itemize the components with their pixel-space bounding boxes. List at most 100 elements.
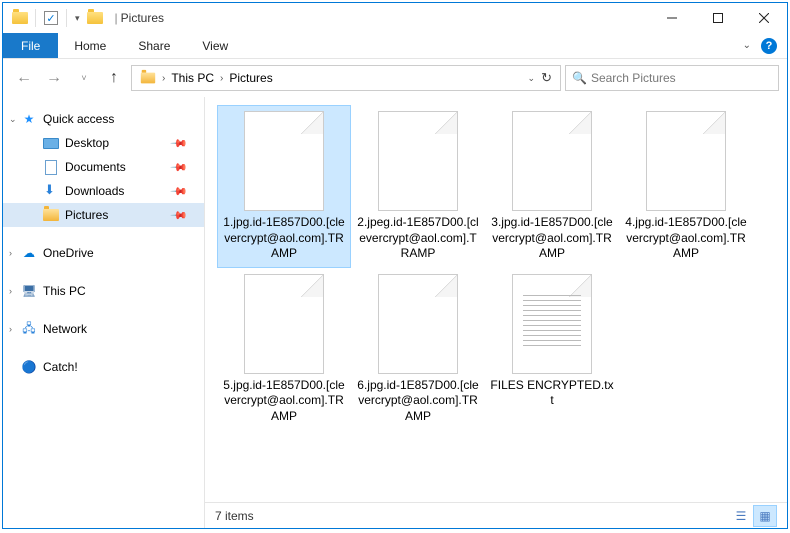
file-tab[interactable]: File: [3, 33, 58, 58]
address-bar-buttons: ⌄ ↻: [528, 70, 556, 86]
file-name: 2.jpeg.id-1E857D00.[clevercrypt@aol.com]…: [355, 215, 481, 262]
title-bar: ✓ ▾ | Pictures: [3, 3, 787, 33]
recent-dropdown-icon[interactable]: ˅: [71, 65, 97, 91]
chevron-right-icon[interactable]: ›: [160, 73, 167, 84]
pin-icon: 📌: [170, 182, 189, 201]
ribbon-expand-icon[interactable]: ⌄: [743, 40, 751, 51]
navigation-pane: ⌄ ★ Quick access Desktop 📌 Documents 📌 D…: [3, 97, 205, 528]
catch-icon: 🔵: [21, 359, 37, 375]
sidebar-item-pictures[interactable]: Pictures 📌: [3, 203, 204, 227]
sidebar-item-label: Network: [43, 322, 87, 336]
sidebar-item-network[interactable]: › 🖧 Network: [3, 317, 204, 341]
title-folder-icon: [86, 9, 104, 27]
file-name: 1.jpg.id-1E857D00.[clevercrypt@aol.com].…: [221, 215, 347, 262]
file-item[interactable]: 2.jpeg.id-1E857D00.[clevercrypt@aol.com]…: [351, 105, 485, 268]
tab-view[interactable]: View: [186, 33, 244, 58]
content-area: 1.jpg.id-1E857D00.[clevercrypt@aol.com].…: [205, 97, 787, 528]
sidebar-quick-access[interactable]: ⌄ ★ Quick access: [3, 107, 204, 131]
file-list[interactable]: 1.jpg.id-1E857D00.[clevercrypt@aol.com].…: [205, 97, 787, 502]
breadcrumb-thispc[interactable]: This PC: [167, 71, 218, 85]
large-icons-view-button[interactable]: ▦: [753, 505, 777, 527]
status-bar: 7 items ☰ ▦: [205, 502, 787, 528]
network-icon: 🖧: [21, 321, 37, 337]
address-bar[interactable]: › This PC › Pictures ⌄ ↻: [131, 65, 561, 91]
body: ⌄ ★ Quick access Desktop 📌 Documents 📌 D…: [3, 97, 787, 528]
forward-button[interactable]: →: [41, 65, 67, 91]
navigation-bar: ← → ˅ ↑ › This PC › Pictures ⌄ ↻ 🔍 Searc…: [3, 59, 787, 97]
sidebar-item-desktop[interactable]: Desktop 📌: [3, 131, 204, 155]
quick-access-toolbar: ✓ ▾: [3, 3, 104, 33]
downloads-icon: [43, 183, 59, 199]
sidebar-item-label: Pictures: [65, 208, 108, 222]
maximize-button[interactable]: [695, 3, 741, 33]
close-button[interactable]: [741, 3, 787, 33]
thispc-icon: 🖥: [21, 283, 37, 299]
view-mode-buttons: ☰ ▦: [729, 505, 777, 527]
ribbon: File Home Share View ⌄ ?: [3, 33, 787, 59]
caret-right-icon[interactable]: ›: [9, 324, 12, 334]
sidebar-item-label: Documents: [65, 160, 126, 174]
window-controls: [649, 3, 787, 33]
caret-down-icon[interactable]: ⌄: [9, 114, 17, 125]
text-file-icon: [512, 274, 592, 374]
sidebar-item-label: This PC: [43, 284, 86, 298]
sidebar-item-thispc[interactable]: › 🖥 This PC: [3, 279, 204, 303]
file-item[interactable]: FILES ENCRYPTED.txt: [485, 268, 619, 431]
up-button[interactable]: ↑: [101, 65, 127, 91]
file-name: 4.jpg.id-1E857D00.[clevercrypt@aol.com].…: [623, 215, 749, 262]
caret-right-icon[interactable]: ›: [9, 248, 12, 258]
refresh-icon[interactable]: ↻: [541, 70, 552, 86]
caret-right-icon[interactable]: ›: [9, 286, 12, 296]
explorer-window: ✓ ▾ | Pictures File Home Share View ⌄ ? …: [2, 2, 788, 529]
details-view-button[interactable]: ☰: [729, 505, 753, 527]
sidebar-item-label: Downloads: [65, 184, 124, 198]
sidebar-item-documents[interactable]: Documents 📌: [3, 155, 204, 179]
pin-icon: 📌: [170, 158, 189, 177]
blank-file-icon: [378, 111, 458, 211]
qat-dropdown-icon[interactable]: ▾: [75, 13, 80, 24]
help-icon[interactable]: ?: [761, 38, 777, 54]
tab-share[interactable]: Share: [122, 33, 186, 58]
minimize-button[interactable]: [649, 3, 695, 33]
sidebar-item-label: Desktop: [65, 136, 109, 150]
blank-file-icon: [378, 274, 458, 374]
address-dropdown-icon[interactable]: ⌄: [528, 73, 536, 84]
desktop-icon: [43, 135, 59, 151]
tab-home[interactable]: Home: [58, 33, 122, 58]
file-name: 5.jpg.id-1E857D00.[clevercrypt@aol.com].…: [221, 378, 347, 425]
sidebar-item-label: OneDrive: [43, 246, 94, 260]
window-title: | Pictures: [112, 11, 164, 25]
folder-icon: [11, 9, 29, 27]
sidebar-item-label: Quick access: [43, 112, 114, 126]
qat-separator: [35, 9, 36, 27]
file-item[interactable]: 1.jpg.id-1E857D00.[clevercrypt@aol.com].…: [217, 105, 351, 268]
file-name: 6.jpg.id-1E857D00.[clevercrypt@aol.com].…: [355, 378, 481, 425]
title-text: Pictures: [121, 11, 164, 25]
title-separator: |: [115, 11, 118, 25]
file-item[interactable]: 4.jpg.id-1E857D00.[clevercrypt@aol.com].…: [619, 105, 753, 268]
blank-file-icon: [646, 111, 726, 211]
sidebar-item-downloads[interactable]: Downloads 📌: [3, 179, 204, 203]
file-name: 3.jpg.id-1E857D00.[clevercrypt@aol.com].…: [489, 215, 615, 262]
file-item[interactable]: 3.jpg.id-1E857D00.[clevercrypt@aol.com].…: [485, 105, 619, 268]
pin-icon: 📌: [170, 206, 189, 225]
blank-file-icon: [512, 111, 592, 211]
file-item[interactable]: 5.jpg.id-1E857D00.[clevercrypt@aol.com].…: [217, 268, 351, 431]
breadcrumb-root-icon[interactable]: [136, 72, 160, 84]
properties-checkbox[interactable]: ✓: [42, 9, 60, 27]
blank-file-icon: [244, 274, 324, 374]
file-item[interactable]: 6.jpg.id-1E857D00.[clevercrypt@aol.com].…: [351, 268, 485, 431]
item-count: 7 items: [215, 509, 254, 523]
blank-file-icon: [244, 111, 324, 211]
search-input[interactable]: 🔍 Search Pictures: [565, 65, 779, 91]
onedrive-icon: ☁: [21, 245, 37, 261]
file-name: FILES ENCRYPTED.txt: [489, 378, 615, 409]
breadcrumb-pictures[interactable]: Pictures: [225, 71, 276, 85]
chevron-right-icon[interactable]: ›: [218, 73, 225, 84]
back-button[interactable]: ←: [11, 65, 37, 91]
pin-icon: 📌: [170, 134, 189, 153]
sidebar-item-label: Catch!: [43, 360, 78, 374]
qat-separator: [66, 9, 67, 27]
sidebar-item-catch[interactable]: 🔵 Catch!: [3, 355, 204, 379]
sidebar-item-onedrive[interactable]: › ☁ OneDrive: [3, 241, 204, 265]
